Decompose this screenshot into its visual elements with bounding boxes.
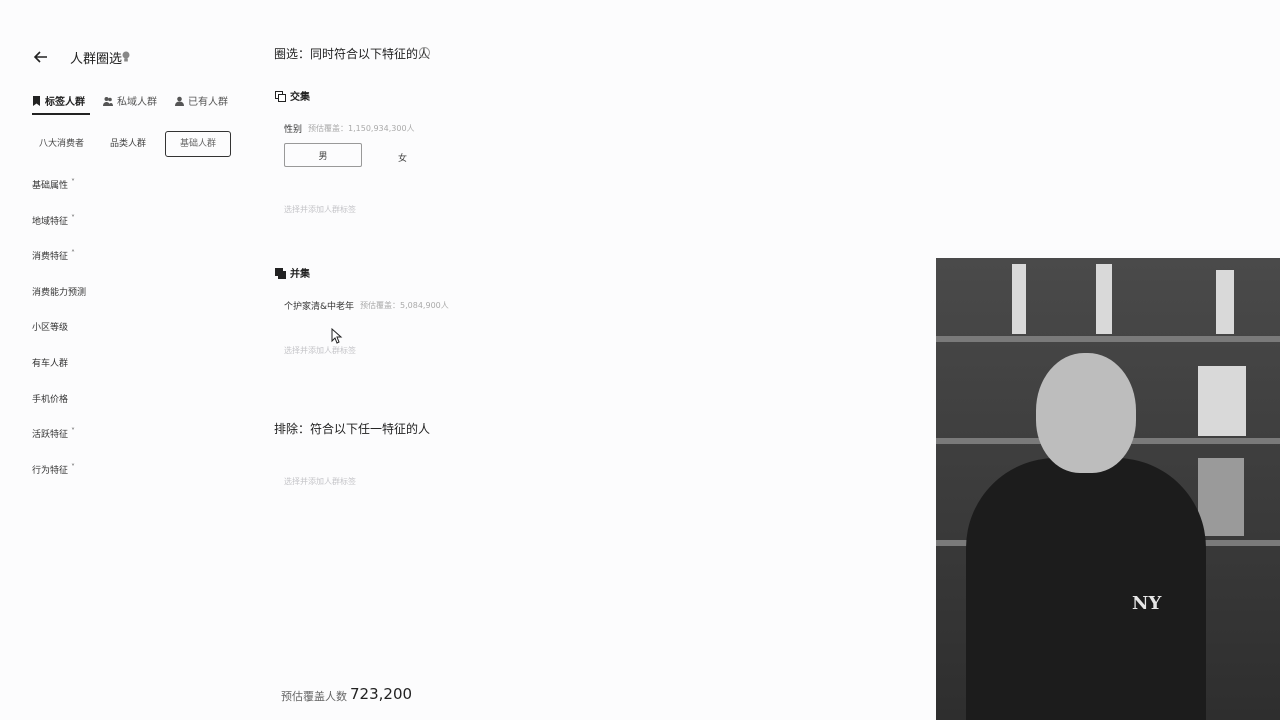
category-consumption[interactable]: 消费特征 ˄ (32, 249, 86, 285)
intersection-header: 交集 (275, 88, 310, 103)
category-list: 基础属性 ˅ 地域特征 ˅ 消费特征 ˄ 消费能力预测 小区等级 有车人群 手机价格 … (32, 178, 86, 498)
book (1198, 458, 1244, 536)
user-icon (175, 96, 184, 106)
category-region[interactable]: 地域特征 ˅ (32, 214, 86, 250)
gender-male-button[interactable]: 男 (284, 143, 362, 167)
book (1198, 366, 1246, 436)
tab-label: 标签人群 (45, 97, 85, 108)
union-icon (275, 267, 286, 279)
bookmark-icon (33, 95, 40, 106)
category-car-owners[interactable]: 有车人群 (32, 356, 86, 392)
union-row: 个护家清&中老年 预估覆盖：5,084,900人 (284, 299, 449, 312)
shelf (936, 336, 1280, 342)
chevron-down-icon: ˅ (71, 213, 76, 223)
gender-row: 性别 预估覆盖：1,150,934,300人 (284, 122, 415, 135)
category-label: 消费能力预测 (32, 287, 87, 298)
info-icon[interactable]: i (419, 47, 430, 58)
book (1216, 270, 1234, 334)
category-basic-attributes[interactable]: 基础属性 ˅ (32, 178, 86, 214)
category-label: 活跃特征 (32, 430, 69, 441)
page-title: 人群圈选 (70, 52, 123, 67)
main-title: 圈选：同时符合以下特征的人 (274, 47, 431, 61)
subtab-eight-consumers[interactable]: 八大消费者 (32, 131, 91, 157)
chevron-down-icon: ˅ (71, 178, 76, 187)
tab-label: 已有人群 (188, 97, 228, 108)
coverage-value: 723,200 (350, 685, 413, 703)
gender-female-option[interactable]: 女 (398, 151, 407, 164)
category-label: 地域特征 (32, 216, 69, 227)
intersection-icon (275, 90, 286, 102)
tab-label-audience[interactable]: 标签人群 (32, 93, 85, 108)
audience-sub-tabs: 八大消费者 品类人群 基础人群 (32, 131, 232, 157)
back-arrow-icon[interactable] (32, 48, 50, 66)
intersection-add-tag[interactable]: 选择并添加人群标签 (284, 204, 356, 215)
book (1096, 264, 1112, 334)
tab-label: 私域人群 (117, 97, 157, 108)
chevron-down-icon: ˅ (71, 462, 76, 472)
category-behavior[interactable]: 行为特征 ˅ (32, 463, 86, 499)
shirt-logo: NY (1132, 593, 1162, 614)
union-header: 并集 (275, 265, 310, 280)
coverage-label: 预估覆盖人数 (281, 690, 347, 703)
person-head (1036, 353, 1136, 473)
category-spending-power[interactable]: 消费能力预测 (32, 285, 86, 321)
subtab-category-audience[interactable]: 品类人群 (103, 131, 153, 157)
category-label: 行为特征 (32, 465, 69, 476)
person-body (966, 458, 1206, 720)
exclude-add-tag[interactable]: 选择并添加人群标签 (284, 476, 356, 487)
category-label: 小区等级 (32, 323, 69, 334)
chevron-up-icon: ˄ (71, 249, 76, 259)
gender-label: 性别 (284, 125, 303, 135)
category-label: 手机价格 (32, 394, 69, 405)
category-activity[interactable]: 活跃特征 ˅ (32, 427, 86, 463)
gender-estimate: 预估覆盖：1,150,934,300人 (308, 124, 415, 133)
category-community-level[interactable]: 小区等级 (32, 320, 86, 356)
book (1012, 264, 1026, 334)
category-label: 有车人群 (32, 358, 69, 369)
category-label: 基础属性 (32, 181, 69, 191)
category-phone-price[interactable]: 手机价格 (32, 392, 86, 428)
exclude-title: 排除：符合以下任一特征的人 (274, 422, 431, 436)
lightbulb-icon[interactable] (121, 50, 131, 64)
group-icon (103, 96, 113, 106)
mouse-cursor-icon (331, 328, 343, 344)
chevron-down-icon: ˅ (71, 427, 76, 437)
tab-existing-audience[interactable]: 已有人群 (175, 93, 228, 108)
active-tab-indicator (32, 113, 90, 115)
category-label: 消费特征 (32, 252, 69, 263)
union-tag-label: 个护家清&中老年 (284, 302, 355, 312)
webcam-overlay: NY (936, 258, 1280, 720)
intersection-title: 交集 (290, 92, 310, 103)
union-estimate: 预估覆盖：5,084,900人 (360, 301, 449, 310)
tab-private-audience[interactable]: 私域人群 (103, 93, 157, 108)
union-add-tag[interactable]: 选择并添加人群标签 (284, 345, 356, 356)
subtab-basic-audience[interactable]: 基础人群 (165, 131, 232, 157)
audience-type-tabs: 标签人群 私域人群 已有人群 (32, 93, 228, 108)
union-title: 并集 (290, 269, 310, 280)
